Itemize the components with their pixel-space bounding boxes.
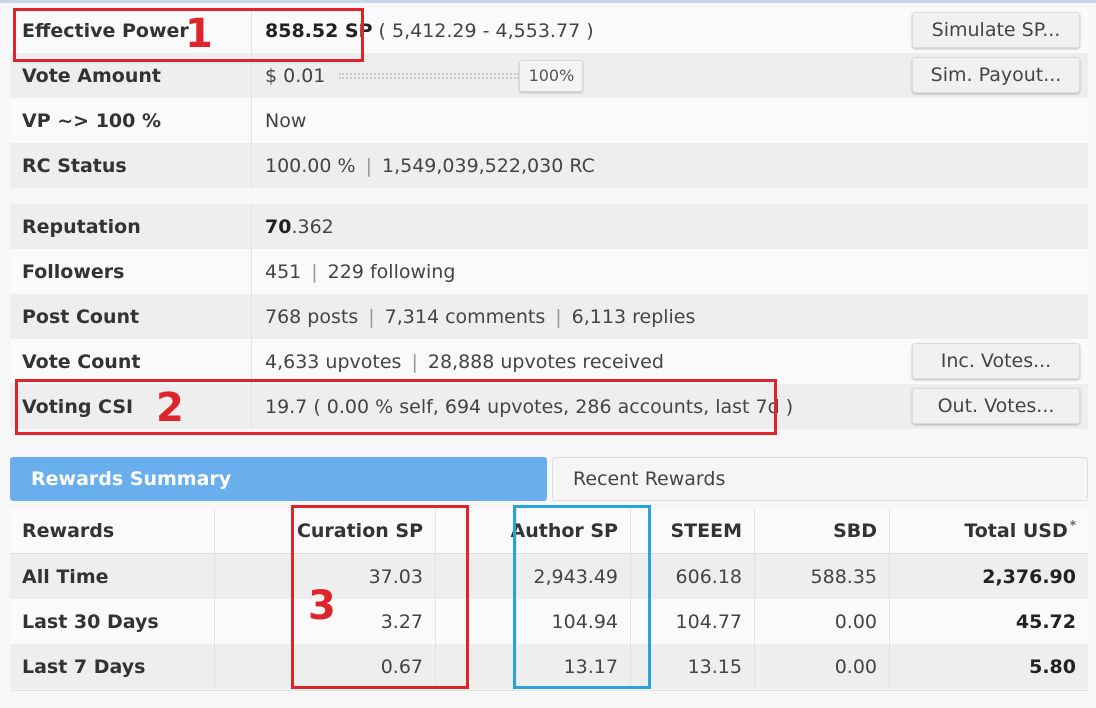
- top-border: [0, 0, 1096, 3]
- reputation-value-cell: 70.362: [252, 204, 1088, 249]
- header-rewards: Rewards: [10, 509, 215, 553]
- vote-weight-slider[interactable]: [339, 72, 520, 79]
- vote-weight-percent[interactable]: 100%: [519, 59, 584, 92]
- header-total-usd-cell: Total USD *: [890, 509, 1088, 553]
- vote-count-row: Vote Count 4,633 upvotes | 28,888 upvote…: [10, 339, 1088, 384]
- row-sbd: 588.35: [755, 554, 890, 599]
- post-count-row: Post Count 768 posts | 7,314 comments | …: [10, 294, 1088, 339]
- followers-value-cell: 451 | 229 following: [252, 249, 1088, 294]
- post-count-label: Post Count: [10, 294, 252, 339]
- rc-status-value-cell: 100.00 % | 1,549,039,522,030 RC: [252, 143, 1088, 188]
- annotation-number-1: 1: [185, 11, 213, 57]
- out-votes-button[interactable]: Out. Votes...: [912, 388, 1080, 424]
- upvotes-count: 4,633 upvotes: [265, 350, 402, 373]
- reputation-row: Reputation 70.362: [10, 204, 1088, 249]
- followers-row: Followers 451 | 229 following: [10, 249, 1088, 294]
- vp-label: VP ~> 100 %: [10, 98, 252, 143]
- rc-percent: 100.00 %: [265, 154, 356, 177]
- reputation-label: Reputation: [10, 204, 252, 249]
- sim-payout-button[interactable]: Sim. Payout...: [912, 57, 1080, 93]
- rewards-tabs: Rewards Summary Recent Rewards: [8, 456, 1088, 502]
- table-bottom-border: [10, 690, 1088, 700]
- row-total-usd: 45.72: [1015, 610, 1076, 633]
- vote-amount-value: $ 0.01: [265, 64, 326, 87]
- rc-status-label: RC Status: [10, 143, 252, 188]
- reputation-int: 70: [265, 215, 292, 238]
- tab-recent-rewards[interactable]: Recent Rewards: [552, 457, 1088, 501]
- rc-amount: 1,549,039,522,030 RC: [381, 154, 595, 177]
- tab-rewards-summary[interactable]: Rewards Summary: [10, 457, 547, 501]
- post-count-value-cell: 768 posts | 7,314 comments | 6,113 repli…: [252, 294, 1088, 339]
- row-period: Last 7 Days: [10, 644, 215, 689]
- row-sbd: 0.00: [755, 644, 890, 689]
- separator: |: [411, 350, 418, 373]
- separator: |: [365, 154, 372, 177]
- row-total-usd: 5.80: [1029, 655, 1076, 678]
- inc-votes-button[interactable]: Inc. Votes...: [912, 343, 1080, 379]
- upvotes-received: 28,888 upvotes received: [427, 350, 664, 373]
- vp-value: Now: [265, 109, 307, 132]
- annotation-box-author-sp: [513, 505, 651, 689]
- header-sbd: SBD: [755, 509, 890, 553]
- vp-row: VP ~> 100 % Now: [10, 98, 1088, 143]
- followers-count: 451: [265, 260, 302, 283]
- vote-count-label: Vote Count: [10, 339, 252, 384]
- separator: |: [555, 305, 562, 328]
- annotation-number-2: 2: [156, 385, 184, 431]
- following-count: 229 following: [327, 260, 456, 283]
- annotation-number-3: 3: [308, 583, 336, 629]
- separator: |: [311, 260, 318, 283]
- annotation-box-2: [15, 379, 777, 435]
- simulate-sp-button[interactable]: Simulate SP...: [912, 12, 1080, 48]
- row-sbd: 0.00: [755, 599, 890, 644]
- row-period: Last 30 Days: [10, 599, 215, 644]
- effective-power-detail: ( 5,412.29 - 4,553.77 ): [378, 19, 594, 42]
- header-total-usd: Total USD: [964, 520, 1068, 542]
- footnote-mark: *: [1069, 518, 1076, 532]
- replies-count: 6,113 replies: [571, 305, 696, 328]
- separator: |: [368, 305, 375, 328]
- rc-status-row: RC Status 100.00 % | 1,549,039,522,030 R…: [10, 143, 1088, 188]
- row-period: All Time: [10, 554, 215, 599]
- followers-label: Followers: [10, 249, 252, 294]
- section-gap: [10, 190, 1088, 205]
- reputation-dec: .362: [291, 215, 334, 238]
- row-total-usd: 2,376.90: [982, 565, 1076, 588]
- comments-count: 7,314 comments: [384, 305, 546, 328]
- posts-count: 768 posts: [265, 305, 359, 328]
